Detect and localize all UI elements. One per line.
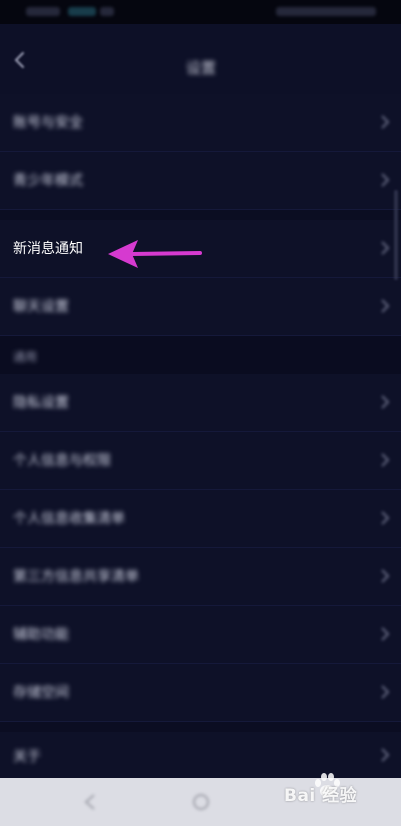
- status-carrier: [26, 7, 60, 16]
- status-wifi-icon: [100, 7, 114, 16]
- back-arrow-icon[interactable]: [10, 50, 30, 70]
- back-nav-icon[interactable]: [80, 791, 102, 813]
- row-label: 青少年模式: [13, 173, 83, 189]
- settings-row-personal-info[interactable]: 个人信息与权限: [0, 432, 401, 490]
- page-title: 设置: [185, 59, 216, 77]
- scroll-indicator[interactable]: [394, 190, 398, 280]
- chevron-right-icon: [381, 395, 390, 409]
- chevron-right-icon: [381, 453, 390, 467]
- chevron-right-icon: [381, 569, 390, 583]
- status-network-icon: [68, 7, 96, 16]
- settings-row-teen-mode[interactable]: 青少年模式: [0, 152, 401, 210]
- settings-row-account[interactable]: 账号与安全: [0, 94, 401, 152]
- settings-row-chat[interactable]: 聊天设置: [0, 278, 401, 336]
- watermark-text: Bai 经验: [284, 786, 358, 806]
- pointer-arrow-icon: [108, 240, 202, 268]
- row-label: 个人信息与权限: [13, 453, 111, 469]
- settings-row-accessibility[interactable]: 辅助功能: [0, 606, 401, 664]
- row-label: 辅助功能: [13, 627, 69, 643]
- chevron-right-icon: [381, 299, 390, 313]
- row-label: 隐私设置: [13, 395, 69, 411]
- top-bar: 设置: [0, 24, 401, 94]
- row-label: 新消息通知: [13, 241, 83, 257]
- chevron-right-icon: [381, 627, 390, 641]
- chevron-right-icon: [381, 115, 390, 129]
- settings-row-info-collection[interactable]: 个人信息收集清单: [0, 490, 401, 548]
- row-label: 账号与安全: [13, 115, 83, 131]
- settings-row-privacy[interactable]: 隐私设置: [0, 374, 401, 432]
- row-label: 个人信息收集清单: [13, 511, 125, 527]
- watermark: Bai 经验: [284, 773, 399, 811]
- chevron-right-icon: [381, 748, 390, 762]
- chevron-right-icon: [381, 241, 390, 255]
- settings-row-third-party-share[interactable]: 第三方信息共享清单: [0, 548, 401, 606]
- section-header: 通用: [0, 336, 401, 376]
- home-nav-icon[interactable]: [190, 791, 212, 813]
- chevron-right-icon: [381, 685, 390, 699]
- row-label: 第三方信息共享清单: [13, 569, 139, 585]
- section-header-label: 通用: [13, 350, 38, 364]
- status-bar: [0, 0, 401, 24]
- row-label: 关于: [13, 749, 41, 765]
- settings-row-storage[interactable]: 存储空间: [0, 664, 401, 722]
- chevron-right-icon: [381, 511, 390, 525]
- row-label: 存储空间: [13, 685, 69, 701]
- status-right-icons: [276, 7, 376, 16]
- chevron-right-icon: [381, 173, 390, 187]
- row-label: 聊天设置: [13, 299, 69, 315]
